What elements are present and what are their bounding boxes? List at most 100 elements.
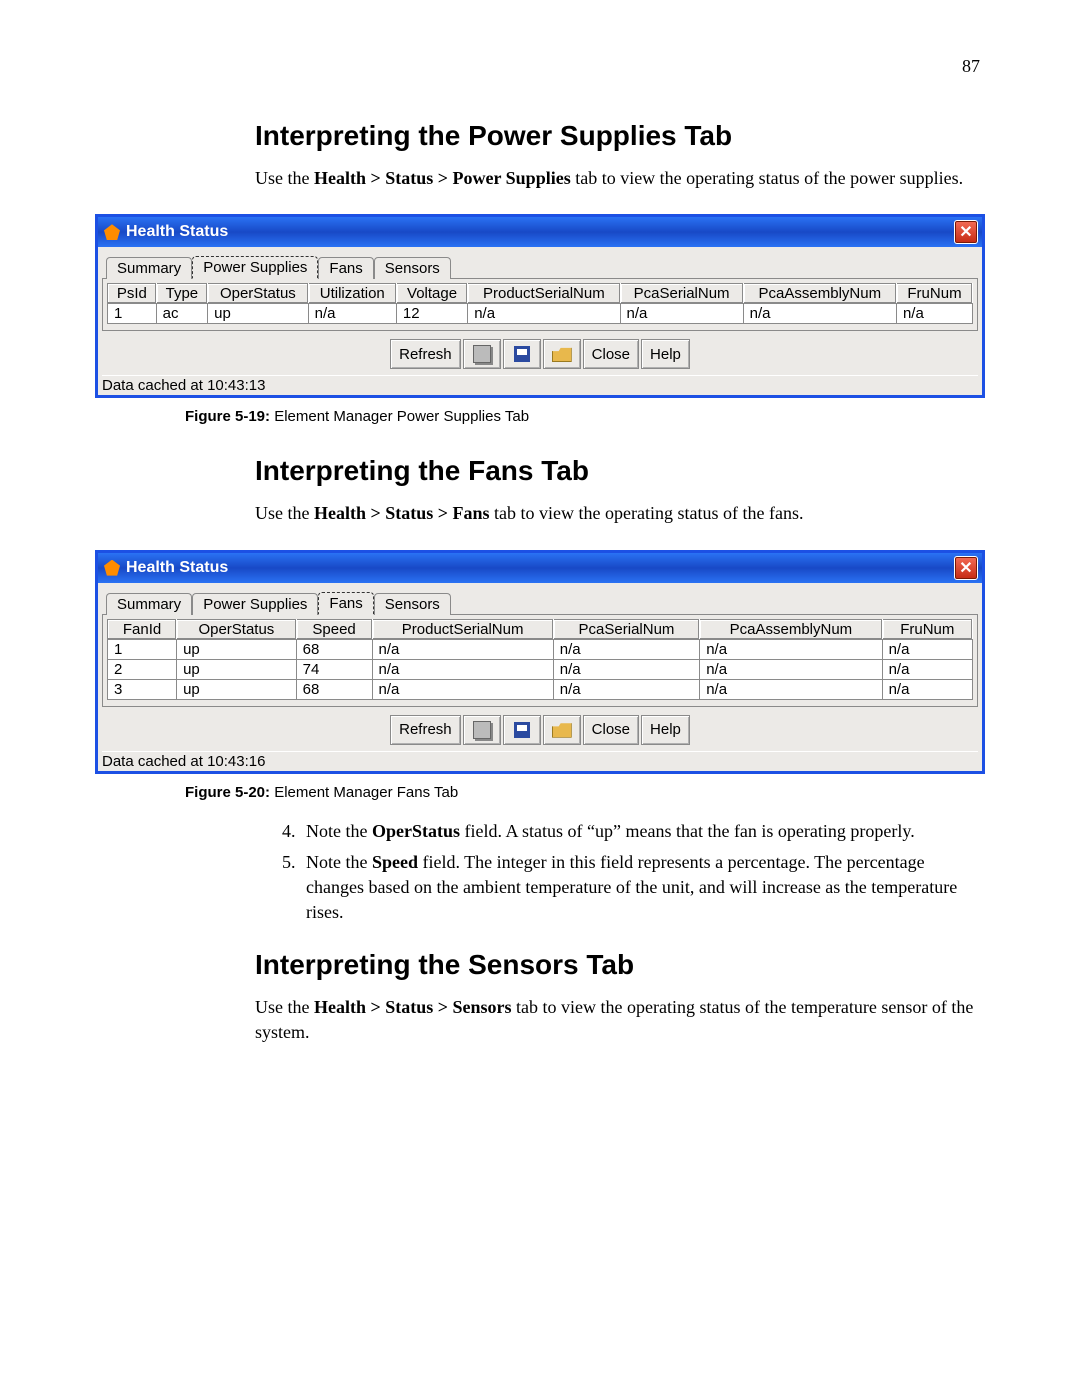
intro-fans: Use the Health > Status > Fans tab to vi… bbox=[255, 501, 985, 525]
cell: 68 bbox=[296, 679, 372, 699]
text: Use the bbox=[255, 503, 314, 523]
copy-button[interactable] bbox=[463, 715, 501, 745]
cell: n/a bbox=[553, 639, 699, 659]
col-psid[interactable]: PsId bbox=[108, 284, 157, 304]
cell: 68 bbox=[296, 639, 372, 659]
tab-sensors[interactable]: Sensors bbox=[374, 593, 451, 615]
cell: n/a bbox=[882, 659, 972, 679]
button-row: Refresh Close Help bbox=[102, 711, 978, 751]
cell: n/a bbox=[896, 304, 972, 324]
tab-summary[interactable]: Summary bbox=[106, 593, 192, 615]
tab-summary[interactable]: Summary bbox=[106, 257, 192, 279]
col-pcaserialnum[interactable]: PcaSerialNum bbox=[553, 619, 699, 639]
table-row[interactable]: 2 up 74 n/a n/a n/a n/a bbox=[108, 659, 973, 679]
field-name: Speed bbox=[372, 852, 418, 872]
save-icon bbox=[514, 346, 530, 362]
intro-sensors: Use the Health > Status > Sensors tab to… bbox=[255, 995, 985, 1044]
cell: up bbox=[208, 304, 309, 324]
col-productserialnum[interactable]: ProductSerialNum bbox=[372, 619, 553, 639]
text: Use the bbox=[255, 997, 314, 1017]
cell: 3 bbox=[108, 679, 177, 699]
field-name: OperStatus bbox=[372, 821, 460, 841]
cell: n/a bbox=[372, 639, 553, 659]
button-row: Refresh Close Help bbox=[102, 335, 978, 375]
titlebar: Health Status ✕ bbox=[98, 553, 982, 583]
intro-power-supplies: Use the Health > Status > Power Supplies… bbox=[255, 166, 985, 190]
cell: n/a bbox=[553, 679, 699, 699]
fans-table: FanId OperStatus Speed ProductSerialNum … bbox=[107, 619, 973, 700]
tab-sensors[interactable]: Sensors bbox=[374, 257, 451, 279]
col-frunum[interactable]: FruNum bbox=[896, 284, 972, 304]
health-status-window-power: Health Status ✕ Summary Power Supplies F… bbox=[95, 214, 985, 398]
text: Use the bbox=[255, 168, 314, 188]
figure-5-20-caption: Figure 5-20: Element Manager Fans Tab bbox=[185, 784, 985, 801]
copy-icon bbox=[473, 721, 491, 739]
tab-power-supplies[interactable]: Power Supplies bbox=[192, 256, 318, 279]
cell: n/a bbox=[620, 304, 743, 324]
cell: 1 bbox=[108, 304, 157, 324]
text: Note the bbox=[306, 852, 372, 872]
figure-label: Figure 5-19: bbox=[185, 408, 270, 425]
cell: up bbox=[177, 639, 297, 659]
col-operstatus[interactable]: OperStatus bbox=[208, 284, 309, 304]
copy-button[interactable] bbox=[463, 339, 501, 369]
breadcrumb-power: Health > Status > Power Supplies bbox=[314, 168, 571, 188]
cell: n/a bbox=[743, 304, 896, 324]
text: field. A status of “up” means that the f… bbox=[460, 821, 915, 841]
close-button[interactable]: Close bbox=[583, 715, 639, 745]
health-status-window-fans: Health Status ✕ Summary Power Supplies F… bbox=[95, 550, 985, 774]
close-icon[interactable]: ✕ bbox=[954, 556, 978, 580]
help-button[interactable]: Help bbox=[641, 339, 690, 369]
table-row[interactable]: 1 up 68 n/a n/a n/a n/a bbox=[108, 639, 973, 659]
text: Note the bbox=[306, 821, 372, 841]
heading-power-supplies: Interpreting the Power Supplies Tab bbox=[255, 120, 985, 152]
window-title: Health Status bbox=[126, 559, 228, 577]
heading-sensors: Interpreting the Sensors Tab bbox=[255, 949, 985, 981]
col-utilization[interactable]: Utilization bbox=[308, 284, 396, 304]
col-pcaassemblynum[interactable]: PcaAssemblyNum bbox=[743, 284, 896, 304]
tab-fans[interactable]: Fans bbox=[318, 592, 373, 615]
save-button[interactable] bbox=[503, 715, 541, 745]
cell: 12 bbox=[396, 304, 467, 324]
col-productserialnum[interactable]: ProductSerialNum bbox=[468, 284, 620, 304]
cell: ac bbox=[156, 304, 207, 324]
notes-list: Note the OperStatus field. A status of “… bbox=[300, 819, 985, 926]
cell: n/a bbox=[372, 659, 553, 679]
cell: up bbox=[177, 659, 297, 679]
breadcrumb-sensors: Health > Status > Sensors bbox=[314, 997, 512, 1017]
col-fanid[interactable]: FanId bbox=[108, 619, 177, 639]
col-pcaserialnum[interactable]: PcaSerialNum bbox=[620, 284, 743, 304]
col-operstatus[interactable]: OperStatus bbox=[177, 619, 297, 639]
open-button[interactable] bbox=[543, 715, 581, 745]
close-button[interactable]: Close bbox=[583, 339, 639, 369]
cell: n/a bbox=[308, 304, 396, 324]
help-button[interactable]: Help bbox=[641, 715, 690, 745]
col-voltage[interactable]: Voltage bbox=[396, 284, 467, 304]
text: tab to view the operating status of the … bbox=[571, 168, 963, 188]
refresh-button[interactable]: Refresh bbox=[390, 339, 461, 369]
cell: n/a bbox=[553, 659, 699, 679]
col-type[interactable]: Type bbox=[156, 284, 207, 304]
cell: n/a bbox=[700, 639, 882, 659]
cell: n/a bbox=[372, 679, 553, 699]
tab-power-supplies[interactable]: Power Supplies bbox=[192, 593, 318, 615]
open-button[interactable] bbox=[543, 339, 581, 369]
save-button[interactable] bbox=[503, 339, 541, 369]
text: tab to view the operating status of the … bbox=[490, 503, 804, 523]
col-speed[interactable]: Speed bbox=[296, 619, 372, 639]
cell: 74 bbox=[296, 659, 372, 679]
titlebar: Health Status ✕ bbox=[98, 217, 982, 247]
table-row[interactable]: 1 ac up n/a 12 n/a n/a n/a n/a bbox=[108, 304, 973, 324]
table-row[interactable]: 3 up 68 n/a n/a n/a n/a bbox=[108, 679, 973, 699]
cell: n/a bbox=[882, 639, 972, 659]
tab-fans[interactable]: Fans bbox=[318, 257, 373, 279]
copy-icon bbox=[473, 345, 491, 363]
col-frunum[interactable]: FruNum bbox=[882, 619, 972, 639]
refresh-button[interactable]: Refresh bbox=[390, 715, 461, 745]
tab-strip: Summary Power Supplies Fans Sensors bbox=[102, 251, 978, 278]
app-icon bbox=[104, 560, 120, 576]
col-pcaassemblynum[interactable]: PcaAssemblyNum bbox=[700, 619, 882, 639]
note-4: Note the OperStatus field. A status of “… bbox=[300, 819, 985, 844]
close-icon[interactable]: ✕ bbox=[954, 220, 978, 244]
status-bar: Data cached at 10:43:16 bbox=[102, 751, 978, 771]
